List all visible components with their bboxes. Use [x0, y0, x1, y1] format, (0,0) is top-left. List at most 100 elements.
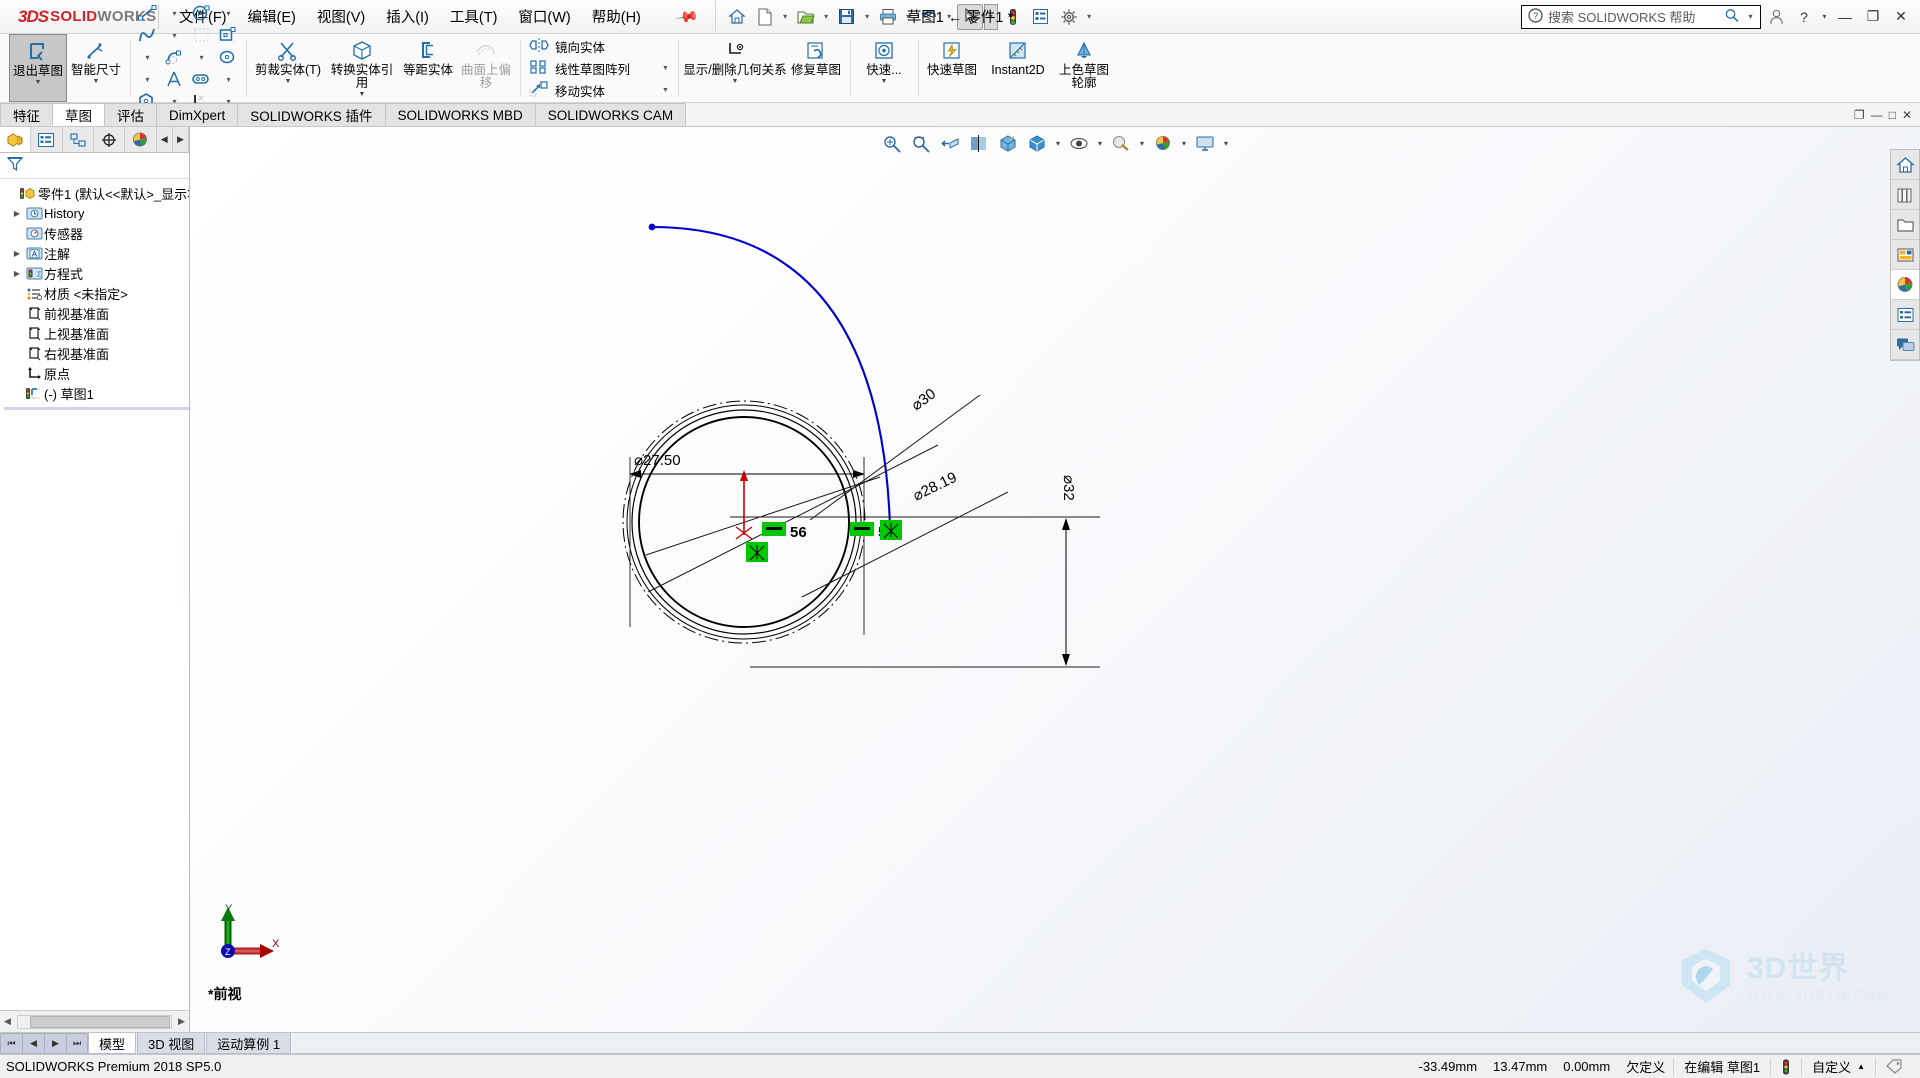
circle-tool-icon[interactable] [189, 2, 214, 24]
tab-solidworks-mbd[interactable]: SOLIDWORKS MBD [384, 103, 536, 126]
tag-icon[interactable] [1875, 1057, 1914, 1076]
tab-solidworks-cam[interactable]: SOLIDWORKS CAM [534, 103, 687, 126]
tree-item-right-plane[interactable]: 右视基准面 [4, 343, 189, 363]
help-search-box[interactable]: ? 搜索 SOLIDWORKS 帮助 ▾ [1521, 4, 1761, 29]
undo-icon[interactable] [916, 4, 942, 30]
feature-manager-tab[interactable] [0, 127, 32, 152]
rail-forum-icon[interactable] [1891, 330, 1919, 360]
configuration-manager-tab[interactable] [63, 127, 94, 152]
tree-item-sketch1[interactable]: (-) 草图1 [4, 383, 189, 403]
mirror-entities-item[interactable]: 镜向实体 [525, 36, 673, 57]
display-manager-tab[interactable] [125, 127, 157, 152]
trim-entities-button[interactable]: 剪裁实体(T) ▼ [251, 34, 325, 102]
nav-last-button[interactable]: ⏭ [66, 1033, 88, 1054]
open-dropdown-caret[interactable]: ▾ [821, 12, 832, 21]
offset-entities-button[interactable]: 等距实体 [399, 34, 457, 102]
relation-marker-56-right[interactable]: 56 [850, 520, 902, 541]
rebuild-indicator-icon[interactable] [1770, 1057, 1801, 1076]
circle-tool-dropdown-caret[interactable]: ▾ [216, 2, 241, 24]
new-document-icon[interactable] [752, 4, 778, 30]
exit-sketch-dropdown-caret[interactable]: ▼ [35, 79, 42, 86]
file-properties-icon[interactable] [1028, 4, 1054, 30]
relation-marker-56-left[interactable]: 56 [746, 522, 807, 562]
ellipse-tool-icon[interactable] [216, 46, 241, 68]
tab-solidworks-addins[interactable]: SOLIDWORKS 插件 [237, 103, 386, 126]
line-tool-icon[interactable] [135, 2, 160, 24]
print-dropdown-caret[interactable]: ▾ [903, 12, 914, 21]
tab-features[interactable]: 特征 [0, 103, 53, 126]
tab-sketch[interactable]: 草图 [52, 103, 105, 126]
restore-window-button[interactable]: ❐ [1860, 4, 1886, 30]
nav-prev-button[interactable]: ◀ [22, 1033, 44, 1054]
pin-icon[interactable]: 📌 [669, 0, 705, 34]
rectangle-tool-dropdown-caret[interactable]: ▾ [135, 46, 160, 68]
rail-appearances-icon[interactable] [1891, 270, 1919, 300]
undo-dropdown-caret[interactable]: ▾ [944, 12, 955, 21]
tree-item-history[interactable]: ▶ History [4, 203, 189, 223]
nav-first-button[interactable]: ⏮ [0, 1033, 22, 1054]
tree-scroll-right[interactable]: ▶ [174, 1016, 189, 1027]
equations-toggle[interactable]: ▶ [10, 269, 24, 278]
graphics-area[interactable]: ▾ ▾ ▾ ▾ ▾ ⌀27.50 ⌀30 ⌀28.19 ⌀32 56 Y X Z… [190, 127, 1920, 1032]
minimize-window-button[interactable]: — [1832, 4, 1858, 30]
sketch-canvas[interactable]: ⌀27.50 ⌀30 ⌀28.19 ⌀32 56 [190, 127, 1890, 1007]
dimension-30[interactable]: ⌀30 [809, 385, 981, 521]
fm-tabs-next-arrow[interactable]: ▶ [173, 127, 189, 152]
rail-design-library-icon[interactable] [1891, 180, 1919, 210]
smart-dimension-button[interactable]: 智能尺寸 ▼ [67, 34, 125, 102]
menu-item-help[interactable]: 帮助(H) [588, 3, 645, 30]
search-input[interactable]: 搜索 SOLIDWORKS 帮助 [1548, 7, 1719, 26]
exit-sketch-button[interactable]: 退出草图 ▼ [9, 34, 67, 102]
ellipse-tool-dropdown-caret[interactable]: ▾ [135, 68, 160, 90]
tree-root-part[interactable]: 零件1 (默认<<默认>_显示状态 [4, 183, 189, 203]
linear-sketch-pattern-dropdown-caret[interactable]: ▼ [636, 65, 669, 72]
save-icon[interactable] [834, 4, 860, 30]
quick-snaps-button[interactable]: 快速... ▼ [855, 34, 913, 102]
property-manager-tab[interactable] [31, 127, 63, 152]
help-dropdown-caret[interactable]: ▾ [1819, 12, 1830, 21]
home-icon[interactable] [724, 4, 750, 30]
tree-item-material[interactable]: 材质 <未指定> [4, 283, 189, 303]
status-units-caret[interactable]: ▲ [1857, 1062, 1865, 1071]
tree-item-front-plane[interactable]: 前视基准面 [4, 303, 189, 323]
quick-snaps-dropdown-caret[interactable]: ▼ [880, 78, 887, 85]
search-dropdown-caret[interactable]: ▾ [1745, 12, 1756, 21]
help-menu-icon[interactable]: ? [1791, 4, 1817, 30]
rail-file-explorer-icon[interactable] [1891, 210, 1919, 240]
display-delete-relations-dropdown-caret[interactable]: ▼ [731, 78, 738, 85]
search-icon[interactable] [1724, 8, 1740, 26]
menu-item-view[interactable]: 视图(V) [313, 3, 369, 30]
select-dropdown-caret[interactable]: ▾ [983, 3, 998, 30]
options-gear-icon[interactable] [1056, 4, 1082, 30]
tree-item-top-plane[interactable]: 上视基准面 [4, 323, 189, 343]
linear-sketch-pattern-item[interactable]: 线性草图阵列 ▼ [525, 58, 673, 79]
shaded-sketch-contours-button[interactable]: 上色草图轮廓 [1055, 34, 1113, 102]
tree-scroll-left[interactable]: ◀ [0, 1016, 15, 1027]
convert-entities-button[interactable]: 转换实体引用 ▼ [325, 34, 399, 102]
display-delete-relations-button[interactable]: 显示/删除几何关系 ▼ [683, 34, 787, 102]
smart-dimension-dropdown-caret[interactable]: ▼ [93, 78, 100, 85]
dimension-32[interactable]: ⌀32 [730, 475, 1100, 668]
dim-leader-30[interactable] [647, 444, 939, 593]
rail-custom-properties-icon[interactable] [1891, 300, 1919, 330]
instant2d-button[interactable]: Instant2D [981, 34, 1055, 102]
slot-tool-icon[interactable] [189, 68, 214, 90]
menu-item-edit[interactable]: 编辑(E) [244, 3, 300, 30]
options-dropdown-caret[interactable]: ▾ [1084, 12, 1095, 21]
trim-entities-dropdown-caret[interactable]: ▼ [285, 78, 292, 85]
tree-item-annotations[interactable]: ▶ 注解 [4, 243, 189, 263]
arc-tool-icon[interactable] [162, 46, 187, 68]
rebuild-icon[interactable] [1000, 4, 1026, 30]
tab-dimxpert[interactable]: DimXpert [156, 103, 239, 126]
repair-sketch-button[interactable]: 修复草图 [787, 34, 845, 102]
fm-tabs-prev-arrow[interactable]: ◀ [157, 127, 173, 152]
rapid-sketch-button[interactable]: 快速草图 [923, 34, 981, 102]
spline-tool-dropdown-caret[interactable]: ▾ [162, 24, 187, 46]
menu-item-tools[interactable]: 工具(T) [446, 3, 502, 30]
save-dropdown-caret[interactable]: ▾ [862, 12, 873, 21]
move-entities-item[interactable]: 移动实体 ▼ [525, 80, 673, 101]
select-cursor-icon[interactable] [956, 3, 983, 30]
move-entities-dropdown-caret[interactable]: ▼ [636, 87, 669, 94]
text-tool-icon[interactable] [162, 68, 187, 90]
annotations-toggle[interactable]: ▶ [10, 249, 24, 258]
